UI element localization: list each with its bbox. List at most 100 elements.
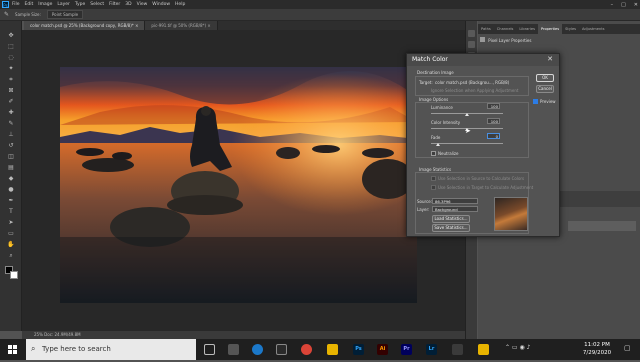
ok-button[interactable]: OK: [536, 74, 554, 82]
path-select-icon[interactable]: ➤: [4, 218, 18, 227]
photoshop-taskbar-icon[interactable]: Ps: [353, 344, 364, 355]
taskbar-search-box[interactable]: Type here to search: [26, 339, 196, 360]
zoom-tool-icon[interactable]: ⌕: [4, 251, 18, 260]
task-view-icon[interactable]: [204, 344, 215, 355]
minimize-button[interactable]: –: [611, 2, 614, 8]
menu-file[interactable]: File: [12, 2, 20, 7]
gradient-tool-icon[interactable]: ▤: [4, 163, 18, 172]
apps-icon[interactable]: [228, 344, 239, 355]
tab-libraries[interactable]: Libraries: [516, 24, 538, 34]
layer-select[interactable]: Background: [432, 206, 478, 212]
eraser-tool-icon[interactable]: ◫: [4, 152, 18, 161]
background-color-swatch[interactable]: [10, 271, 18, 279]
close-dialog-icon[interactable]: ✕: [547, 55, 553, 63]
frame-tool-icon[interactable]: ⊠: [4, 86, 18, 95]
dodge-tool-icon[interactable]: ●: [4, 185, 18, 194]
system-tray-icons[interactable]: ⌃ ▭ ◉ ♪: [505, 344, 565, 355]
tab-properties[interactable]: Properties: [537, 24, 563, 34]
windows-taskbar: Type here to search ⌕ Ps Ai Pr Lr ⌃ ▭ ◉ …: [0, 339, 640, 360]
fade-slider[interactable]: [431, 143, 503, 144]
load-statistics-button[interactable]: Load Statistics...: [432, 215, 470, 223]
save-statistics-button[interactable]: Save Statistics...: [432, 224, 470, 232]
history-brush-icon[interactable]: ↺: [4, 141, 18, 150]
menu-image[interactable]: Image: [38, 2, 52, 7]
layer-row[interactable]: [568, 221, 636, 231]
destination-heading: Destination Image: [417, 70, 454, 75]
mouse-cursor-icon: ➤: [465, 127, 471, 135]
document-tab-active[interactable]: color match.psd @ 25% (Background copy, …: [24, 21, 146, 30]
tab-paths[interactable]: Paths: [478, 24, 494, 34]
file-explorer-icon[interactable]: [327, 344, 338, 355]
actions-panel-icon[interactable]: [467, 41, 475, 48]
menu-type[interactable]: Type: [75, 2, 85, 7]
tools-panel: ✥ ⬚ ◌ ✦ ⌗ ⊠ ✐ ✚ ✎ ⊥ ↺ ◫ ▤ ◆ ● ✒ T ➤ ▭ ✋ …: [0, 21, 22, 331]
window-controls: – □ ✕: [611, 0, 638, 9]
document-canvas-image[interactable]: [60, 67, 417, 303]
menu-layer[interactable]: Layer: [57, 2, 70, 7]
maximize-button[interactable]: □: [621, 2, 626, 8]
folder-icon[interactable]: [478, 344, 489, 355]
neutralize-label: Neutralize: [438, 151, 459, 156]
fade-label: Fade: [431, 135, 441, 140]
document-tab[interactable]: pic-991.tif @ 50% (RGB/8*) ×: [145, 21, 218, 30]
premiere-taskbar-icon[interactable]: Pr: [401, 344, 412, 355]
menu-window[interactable]: Window: [152, 2, 170, 7]
menu-edit[interactable]: Edit: [25, 2, 34, 7]
lasso-tool-icon[interactable]: ◌: [4, 53, 18, 62]
menu-filter[interactable]: Filter: [109, 2, 120, 7]
taskbar-clock[interactable]: 11:02 PM 7/29/2020: [575, 341, 619, 357]
source-select[interactable]: 86.3P96: [432, 198, 478, 204]
move-tool-icon[interactable]: ✥: [4, 31, 18, 40]
clone-stamp-icon[interactable]: ⊥: [4, 130, 18, 139]
rectangle-tool-icon[interactable]: ▭: [4, 229, 18, 238]
hand-tool-icon[interactable]: ✋: [4, 240, 18, 249]
chrome-icon[interactable]: [301, 344, 312, 355]
fade-input[interactable]: 0: [487, 133, 500, 139]
history-panel-icon[interactable]: [467, 30, 475, 37]
close-window-button[interactable]: ✕: [634, 2, 638, 8]
preview-checkbox[interactable]: [533, 99, 538, 104]
menu-select[interactable]: Select: [90, 2, 104, 7]
marquee-tool-icon[interactable]: ⬚: [4, 42, 18, 51]
app-icon[interactable]: [452, 344, 463, 355]
use-selection-source-checkbox[interactable]: [431, 176, 436, 181]
tab-adjustments[interactable]: Adjustments: [579, 24, 608, 34]
image-options-group: [415, 102, 529, 158]
color-intensity-input[interactable]: 100: [487, 118, 500, 124]
eyedropper-icon[interactable]: ✐: [4, 97, 18, 106]
layer-label: Layer:: [417, 207, 430, 212]
cancel-button[interactable]: Cancel: [536, 85, 554, 93]
sample-size-select[interactable]: Point Sample: [46, 10, 84, 19]
ignore-selection-option[interactable]: Ignore Selection when Applying Adjustmen…: [431, 88, 518, 93]
luminance-slider-knob[interactable]: [465, 113, 469, 116]
neutralize-checkbox[interactable]: [431, 151, 436, 156]
tab-channels[interactable]: Channels: [494, 24, 517, 34]
edge-icon[interactable]: [252, 344, 263, 355]
pen-tool-icon[interactable]: ✒: [4, 196, 18, 205]
blur-tool-icon[interactable]: ◆: [4, 174, 18, 183]
options-bar: ✎ Sample Size: Point Sample: [0, 9, 640, 21]
menu-view[interactable]: View: [137, 2, 148, 7]
close-tab-icon[interactable]: ×: [207, 23, 210, 28]
type-tool-icon[interactable]: T: [4, 207, 18, 216]
fade-slider-knob[interactable]: [436, 143, 440, 146]
search-icon: ⌕: [31, 344, 36, 353]
destination-group: [415, 76, 529, 96]
start-button[interactable]: [0, 339, 26, 360]
crop-tool-icon[interactable]: ⌗: [4, 75, 18, 84]
store-icon[interactable]: [276, 344, 287, 355]
healing-brush-icon[interactable]: ✚: [4, 108, 18, 117]
brush-tool-icon[interactable]: ✎: [4, 119, 18, 128]
tab-styles[interactable]: Styles: [562, 24, 579, 34]
document-tabs: color match.psd @ 25% (Background copy, …: [24, 21, 474, 30]
quick-select-tool-icon[interactable]: ✦: [4, 64, 18, 73]
menu-bar: Ps File Edit Image Layer Type Select Fil…: [0, 0, 640, 9]
menu-help[interactable]: Help: [175, 2, 185, 7]
lightroom-taskbar-icon[interactable]: Lr: [426, 344, 437, 355]
use-selection-target-checkbox[interactable]: [431, 185, 436, 190]
menu-3d[interactable]: 3D: [125, 2, 131, 7]
notifications-icon[interactable]: ▢: [624, 344, 634, 355]
luminance-input[interactable]: 100: [487, 103, 500, 109]
close-tab-icon[interactable]: ×: [135, 23, 138, 28]
illustrator-taskbar-icon[interactable]: Ai: [377, 344, 388, 355]
